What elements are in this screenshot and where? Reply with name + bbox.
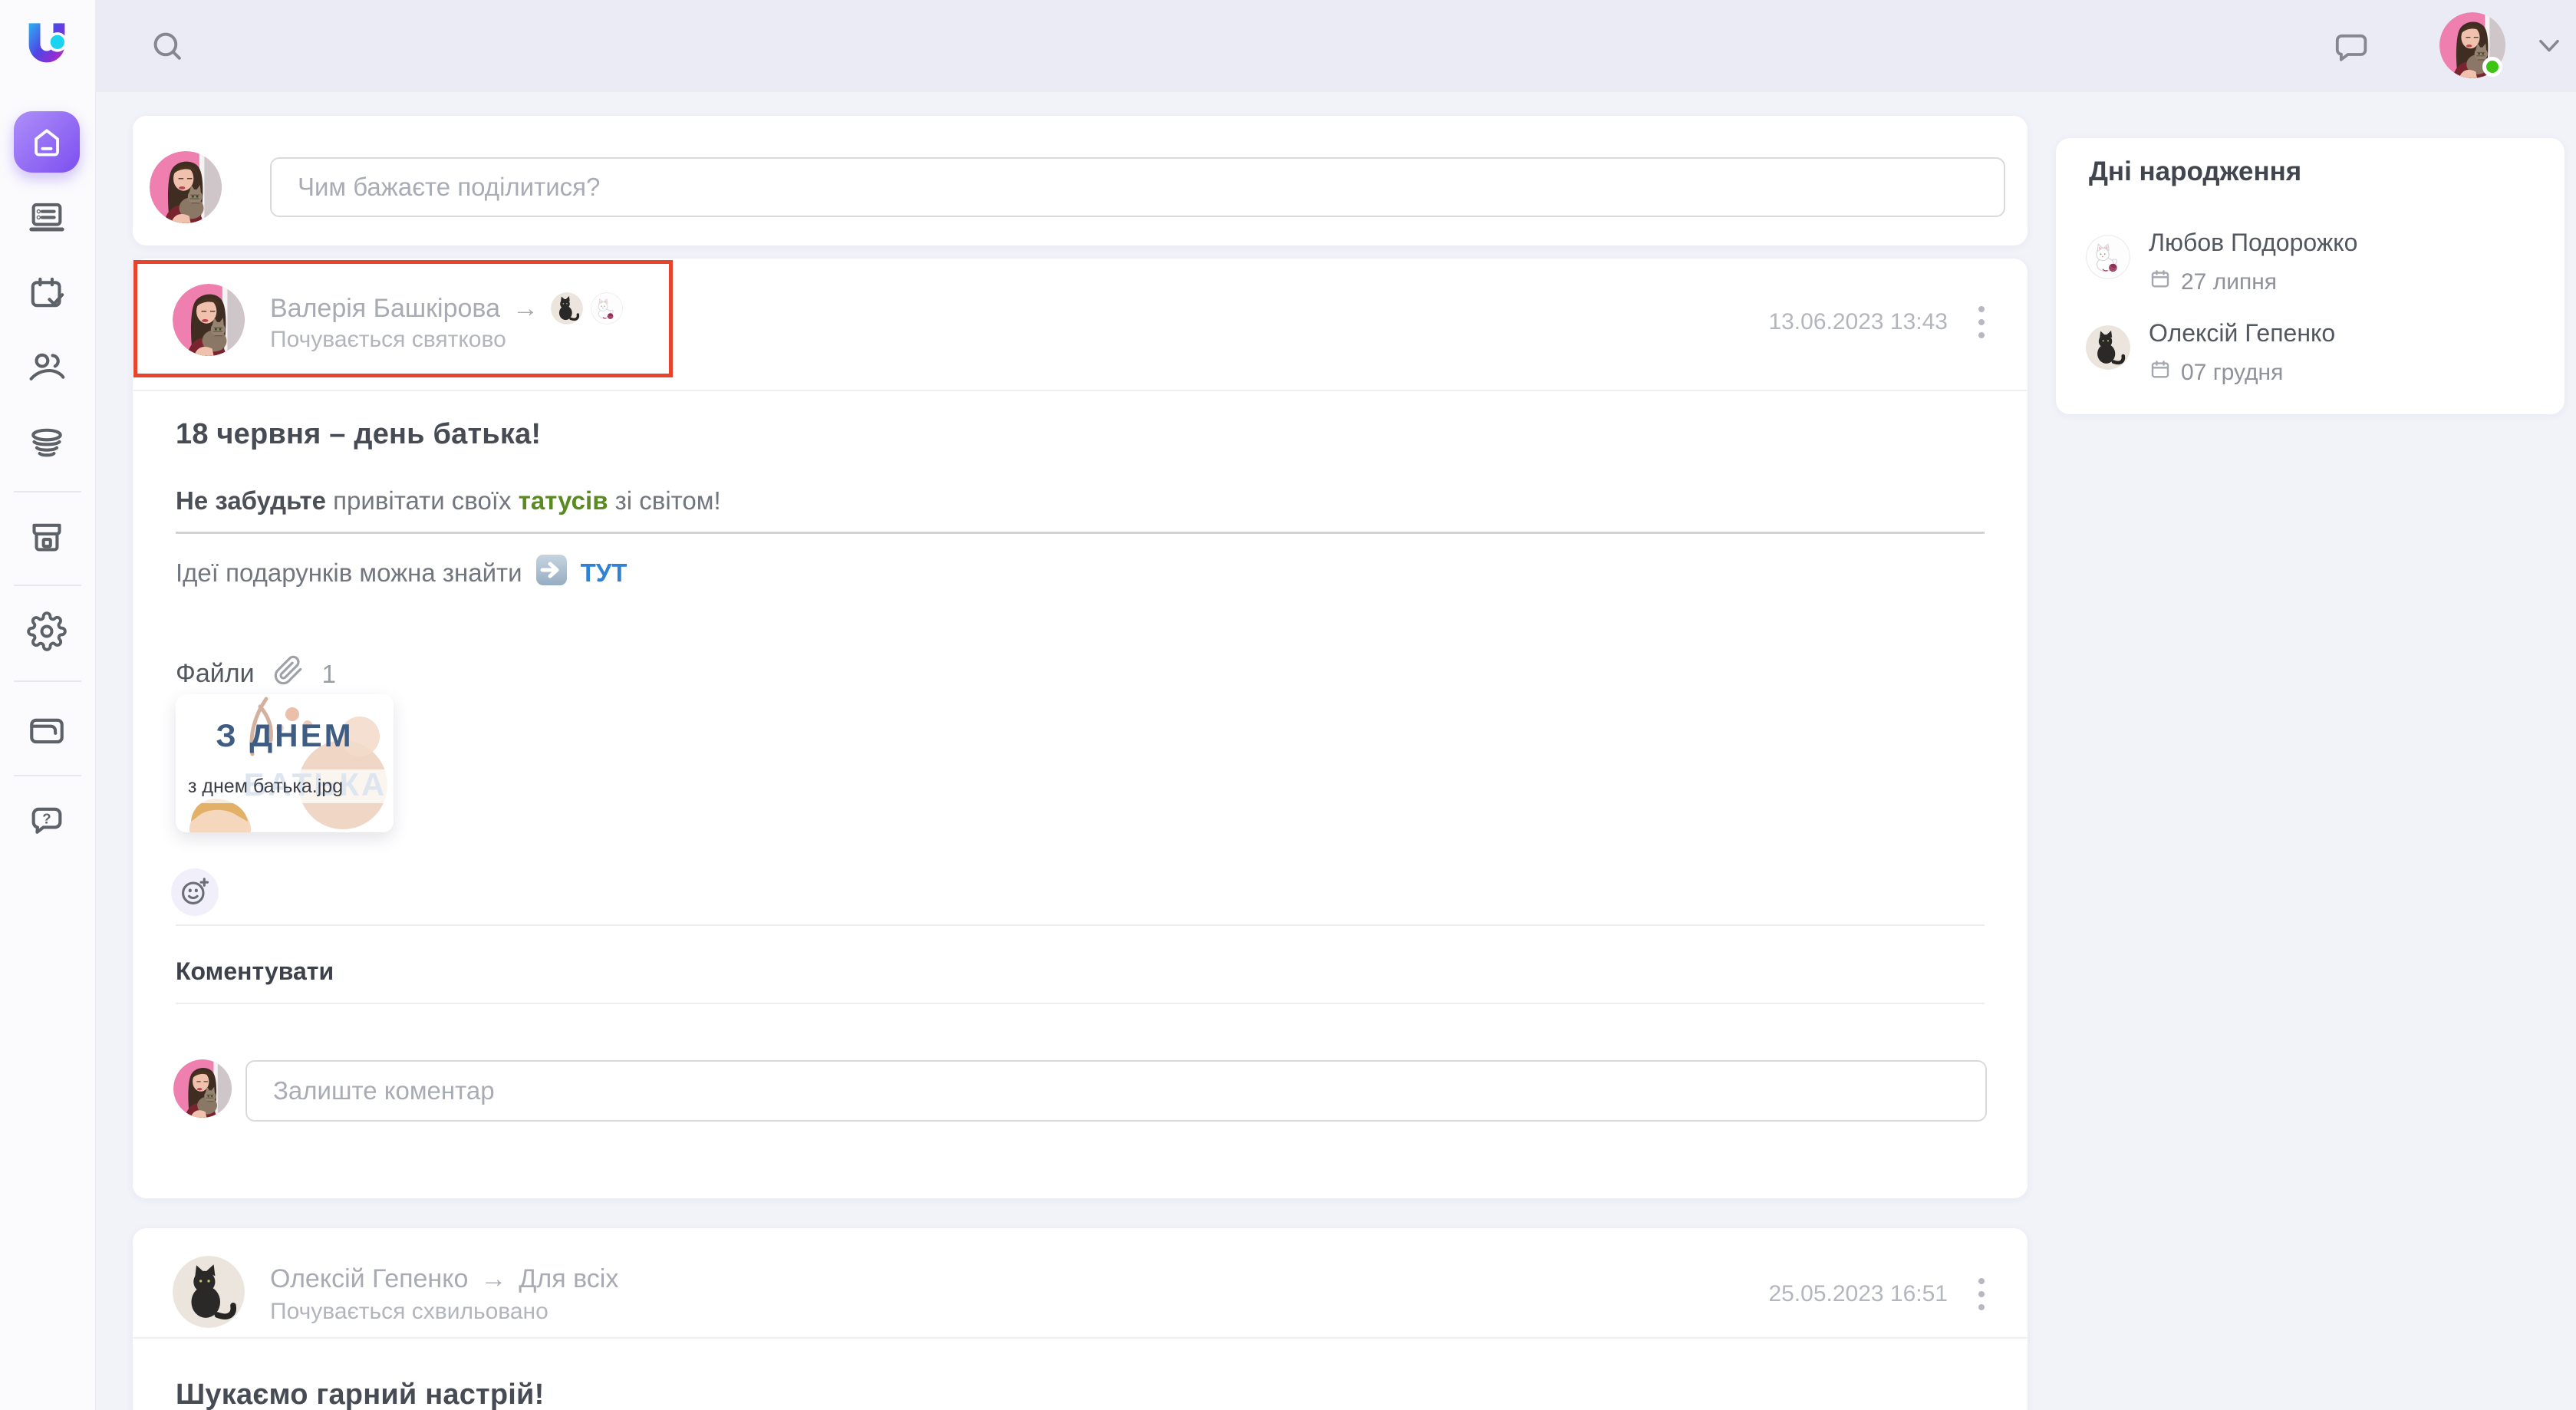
- people-icon: [27, 347, 67, 387]
- file-name: з днем батька.jpg: [176, 769, 394, 803]
- post-composer-card: [133, 116, 2028, 245]
- birthday-avatar-whitecat: [2086, 235, 2130, 279]
- search-button[interactable]: [147, 25, 188, 67]
- post-paragraph: Не забудьте привітати своїх татусів зі с…: [176, 486, 721, 516]
- post-title: 18 червня – день батька!: [176, 418, 541, 451]
- sidebar-item-settings[interactable]: [27, 611, 67, 651]
- app-logo[interactable]: [21, 18, 73, 69]
- birthday-item[interactable]: Любов Подорожко 27 липня: [2086, 229, 2357, 297]
- post-header-divider: [133, 1337, 2028, 1339]
- comments-divider: [176, 1003, 1985, 1004]
- layers-stack-icon: [27, 423, 67, 463]
- svg-text:?: ?: [42, 811, 51, 827]
- sidebar-divider: [14, 680, 81, 682]
- post-menu-button[interactable]: [1974, 301, 1989, 343]
- account-menu-button[interactable]: [2532, 31, 2567, 61]
- help-bubble-icon: ?: [27, 801, 67, 841]
- sidebar-item-news[interactable]: [27, 197, 67, 237]
- gear-icon: [27, 611, 67, 651]
- thumbnail-text-line1: З ДНЕМ: [216, 717, 353, 753]
- files-label: Файли: [176, 659, 255, 689]
- post-card: Валерія Башкірова → Почувається святково…: [133, 259, 2028, 1198]
- annotation-red-box: [133, 260, 673, 377]
- post-text-highlight: татусів: [519, 486, 608, 515]
- storefront-icon: [27, 517, 67, 557]
- comments-heading: Коментувати: [176, 957, 334, 986]
- birthday-date-row: 27 липня: [2149, 268, 2357, 297]
- files-count: 1: [322, 660, 336, 689]
- post-gift-line: Ідеї подарунків можна знайти ТУТ: [176, 553, 627, 593]
- birthday-date-row: 07 грудня: [2149, 358, 2335, 387]
- post-header-divider: [133, 390, 2028, 391]
- post-timestamp: 25.05.2023 16:51: [1768, 1281, 1948, 1307]
- birthdays-title: Дні народження: [2089, 156, 2301, 187]
- paperclip-icon: [273, 655, 304, 693]
- post-card: Олексій Гепенко → Для всіх Почувається с…: [133, 1228, 2028, 1410]
- calendar-check-icon: [27, 274, 67, 314]
- chat-button[interactable]: [2331, 28, 2371, 68]
- sidebar-item-wallet[interactable]: [27, 710, 67, 749]
- files-row: Файли 1: [176, 655, 336, 693]
- sidebar-divider: [14, 585, 81, 586]
- post-author-avatar[interactable]: [173, 1256, 245, 1328]
- birthday-date: 07 грудня: [2181, 360, 2283, 386]
- emoji-plus-icon: [178, 875, 212, 911]
- sidebar-item-home[interactable]: [14, 111, 80, 173]
- post-link-here[interactable]: ТУТ: [581, 558, 628, 588]
- composer-user-avatar[interactable]: [150, 151, 222, 223]
- calendar-small-icon: [2149, 268, 2172, 297]
- sidebar-item-store[interactable]: [27, 517, 67, 557]
- comment-input[interactable]: [245, 1060, 1987, 1122]
- post-gift-text: Ідеї подарунків можна знайти: [176, 558, 522, 588]
- birthday-date: 27 липня: [2181, 269, 2277, 295]
- post-author-name[interactable]: Олексій Гепенко: [270, 1264, 468, 1294]
- birthday-item[interactable]: Олексій Гепенко 07 грудня: [2086, 319, 2335, 387]
- sidebar: ?: [0, 0, 96, 1410]
- sidebar-item-help[interactable]: ?: [27, 801, 67, 841]
- comment-user-avatar[interactable]: [173, 1059, 232, 1118]
- post-title: Шукаємо гарний настрій!: [176, 1379, 544, 1410]
- arrow-right-emoji: [535, 553, 568, 593]
- post-meta: 13.06.2023 13:43: [1768, 301, 1989, 343]
- sidebar-item-stack[interactable]: [27, 423, 67, 463]
- post-audience: Для всіх: [519, 1264, 618, 1294]
- post-text-bold: Не забудьте: [176, 486, 326, 515]
- arrow-right-glyph: →: [480, 1264, 506, 1294]
- post-feeling: Почувається схвильовано: [270, 1299, 548, 1325]
- post-meta: 25.05.2023 16:51: [1768, 1273, 1989, 1315]
- birthday-avatar-blackcat: [2086, 325, 2130, 370]
- sidebar-divider: [14, 491, 81, 493]
- news-board-icon: [27, 197, 67, 237]
- sidebar-divider: [14, 775, 81, 776]
- post-text: зі світом!: [608, 486, 721, 515]
- chevron-down-icon: [2535, 35, 2564, 57]
- birthdays-card: Дні народження Любов Подорожко 27 липня: [2056, 138, 2564, 414]
- calendar-small-icon: [2149, 358, 2172, 387]
- home-icon: [28, 124, 65, 160]
- chat-bubble-icon: [2333, 29, 2370, 66]
- post-menu-button[interactable]: [1974, 1273, 1989, 1315]
- online-status-dot: [2482, 57, 2502, 77]
- add-reaction-button[interactable]: [171, 868, 219, 916]
- reactions-divider: [176, 924, 1985, 926]
- post-author-row: Олексій Гепенко → Для всіх: [270, 1264, 618, 1294]
- post-timestamp: 13.06.2023 13:43: [1768, 309, 1948, 335]
- wallet-icon: [27, 710, 67, 749]
- composer-input[interactable]: [270, 157, 2005, 217]
- sidebar-item-calendar[interactable]: [27, 274, 67, 314]
- post-content-rule: [176, 532, 1985, 534]
- sidebar-item-people[interactable]: [27, 347, 67, 387]
- birthday-name[interactable]: Любов Подорожко: [2149, 229, 2357, 257]
- topbar: [96, 0, 2576, 92]
- birthday-name[interactable]: Олексій Гепенко: [2149, 319, 2335, 348]
- app-window: ? Валерія Башкірова → Почувається святко…: [0, 0, 2576, 1410]
- file-thumbnail[interactable]: З ДНЕМ БАТЬКА з днем батька.jpg: [176, 694, 394, 832]
- post-text: привітати своїх: [326, 486, 519, 515]
- search-icon: [148, 27, 186, 65]
